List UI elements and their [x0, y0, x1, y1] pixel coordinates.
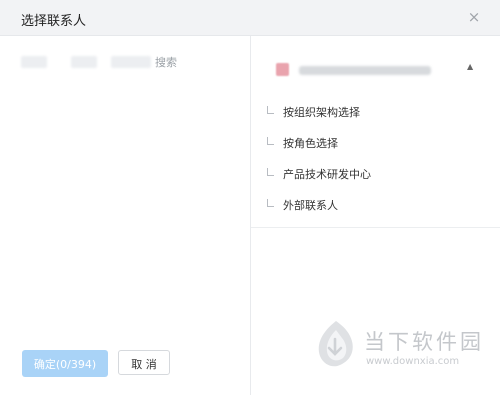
tree-item-label: 产品技术研发中心 — [283, 168, 371, 181]
organization-selector[interactable]: ▲ — [251, 50, 500, 90]
watermark-url-text: www.downxia.com — [366, 356, 460, 367]
tree-divider — [251, 227, 500, 228]
tree-connector-icon — [267, 106, 274, 114]
tree-item-org-structure[interactable]: 按组织架构选择 — [267, 102, 487, 124]
blurred-text — [71, 56, 97, 68]
tree-item-label: 按组织架构选择 — [283, 106, 360, 119]
tree-connector-icon — [267, 199, 274, 207]
site-watermark: 当下软件园 www.downxia.com — [312, 318, 492, 378]
collapse-caret-icon[interactable]: ▲ — [467, 62, 473, 71]
dialog-header: 选择联系人 × — [0, 0, 500, 36]
selected-contacts-panel: 搜索 确定(0/394) 取 消 — [0, 36, 250, 395]
close-icon[interactable]: × — [466, 8, 482, 26]
tree-item-label: 按角色选择 — [283, 137, 338, 150]
tree-item-rd-center[interactable]: 产品技术研发中心 — [267, 164, 487, 186]
tree-item-label: 外部联系人 — [283, 199, 338, 212]
tree-item-external-contacts[interactable]: 外部联系人 — [267, 195, 487, 217]
downxia-logo-icon — [318, 321, 353, 367]
search-hint-text: 搜索 — [155, 56, 177, 69]
cancel-button[interactable]: 取 消 — [118, 350, 170, 375]
select-contacts-dialog: 选择联系人 × 搜索 确定(0/394) 取 消 ▲ 按组织架构选择 按角色选择 — [0, 0, 500, 395]
org-name-blurred — [299, 66, 431, 75]
dialog-title: 选择联系人 — [21, 14, 87, 29]
blurred-text — [111, 56, 151, 68]
tree-item-by-role[interactable]: 按角色选择 — [267, 133, 487, 155]
tree-connector-icon — [267, 168, 274, 176]
search-hint: 搜索 — [21, 54, 221, 70]
tree-connector-icon — [267, 137, 274, 145]
confirm-button[interactable]: 确定(0/394) — [22, 350, 108, 377]
watermark-brand-text: 当下软件园 — [364, 330, 484, 354]
org-logo-icon — [276, 63, 289, 76]
blurred-text — [21, 56, 47, 68]
